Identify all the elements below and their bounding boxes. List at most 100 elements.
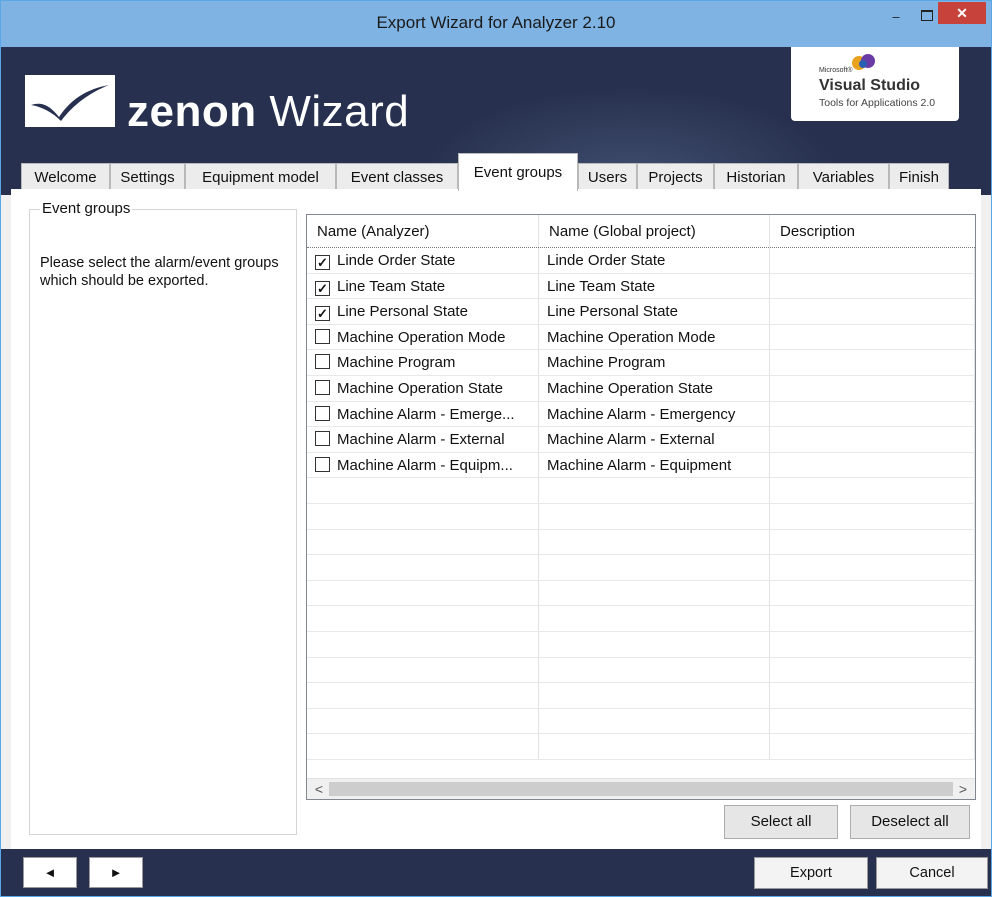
analyzer-name-cell [307,580,539,606]
export-wizard-window: Export Wizard for Analyzer 2.10 – ✕ zeno… [0,0,992,897]
column-header-analyzer-name[interactable]: Name (Analyzer) [307,215,539,247]
tab-settings[interactable]: Settings [110,163,185,191]
tab-projects[interactable]: Projects [637,163,714,191]
global-name-cell: Linde Order State [539,248,770,273]
empty-table-row [307,606,975,632]
global-name-cell: Machine Operation State [539,375,770,401]
brand-suffix: Wizard [256,87,410,136]
table-row[interactable]: ✓ Line Team State Line Team State [307,273,975,300]
table-row[interactable]: Machine Alarm - Equipm... Machine Alarm -… [307,452,975,479]
scrollbar-thumb[interactable] [329,782,953,796]
analyzer-name-cell [307,657,539,683]
analyzer-name-label: Linde Order State [337,252,456,269]
tab-finish[interactable]: Finish [889,163,949,191]
row-checkbox[interactable]: ✓ [315,280,330,296]
minimize-button[interactable]: – [881,7,911,29]
global-name-cell [539,631,770,657]
export-button[interactable]: Export [754,857,868,889]
scroll-right-button[interactable]: > [953,779,973,799]
analyzer-name-label: Machine Alarm - Emerge... [337,405,515,423]
row-checkbox[interactable]: ✓ [315,306,330,322]
tab-event-groups[interactable]: Event groups [458,153,578,191]
select-all-button[interactable]: Select all [724,805,838,839]
analyzer-name-label: Machine Alarm - External [337,431,505,449]
close-button[interactable]: ✕ [938,2,986,24]
description-cell [770,529,975,555]
back-button[interactable]: ◄ [23,857,77,888]
description-cell [770,248,975,273]
column-header-global-name[interactable]: Name (Global project) [539,215,770,247]
table-row[interactable]: Machine Alarm - Emerge... Machine Alarm -… [307,401,975,428]
analyzer-name-cell [307,734,539,760]
analyzer-name-label: Machine Operation Mode [337,328,506,346]
analyzer-name-cell [307,708,539,734]
title-bar[interactable]: Export Wizard for Analyzer 2.10 – ✕ [1,1,991,47]
empty-table-row [307,683,975,709]
column-header-description[interactable]: Description [770,215,975,247]
grid-rows: ✓ Linde Order State Linde Order State ✓ Line… [307,248,975,760]
forward-button[interactable]: ► [89,857,143,888]
event-groups-page: Event groups Please select the alarm/eve… [11,189,981,849]
description-cell [770,734,975,760]
empty-table-row [307,529,975,556]
row-checkbox[interactable] [315,379,330,395]
global-name-cell [539,580,770,606]
table-row[interactable]: Machine Program Machine Program [307,350,975,376]
table-row[interactable]: ✓ Line Personal State Line Personal State [307,299,975,325]
analyzer-name-cell: Machine Program [307,350,539,376]
tab-historian[interactable]: Historian [714,163,798,191]
analyzer-name-cell [307,606,539,632]
row-checkbox[interactable] [315,328,330,344]
description-cell [770,683,975,709]
event-groups-grid[interactable]: Name (Analyzer) Name (Global project) De… [306,214,976,800]
global-name-cell: Machine Alarm - Emergency [539,401,770,427]
tab-variables[interactable]: Variables [798,163,889,191]
description-cell [770,324,975,350]
scroll-left-button[interactable]: < [309,779,329,799]
table-row[interactable]: Machine Operation State Machine Operation… [307,375,975,402]
empty-table-row [307,708,975,735]
analyzer-name-label: Machine Operation State [337,379,503,397]
row-checkbox[interactable]: ✓ [315,255,330,270]
global-name-cell [539,478,770,504]
analyzer-name-label: Machine Alarm - Equipm... [337,456,513,474]
empty-table-row [307,503,975,530]
analyzer-name-cell: Machine Operation State [307,375,539,401]
tab-users[interactable]: Users [578,163,637,191]
global-name-cell [539,606,770,632]
description-cell [770,555,975,581]
zenon-logo [25,75,115,127]
table-row[interactable]: ✓ Linde Order State Linde Order State [307,248,975,274]
empty-table-row [307,580,975,607]
tab-equipment-model[interactable]: Equipment model [185,163,336,191]
table-row[interactable]: Machine Operation Mode Machine Operation … [307,324,975,351]
cancel-button[interactable]: Cancel [876,857,988,889]
horizontal-scrollbar[interactable]: < > [307,778,975,799]
analyzer-name-cell: ✓ Line Team State [307,273,539,299]
description-cell [770,452,975,478]
table-row[interactable]: Machine Alarm - External Machine Alarm - … [307,427,975,453]
row-checkbox[interactable] [315,456,330,472]
analyzer-name-cell [307,503,539,529]
deselect-all-button[interactable]: Deselect all [850,805,970,839]
empty-table-row [307,734,975,760]
global-name-cell [539,529,770,555]
groupbox-title: Event groups [40,200,133,217]
event-groups-groupbox: Event groups Please select the alarm/eve… [29,200,297,835]
vs-subtitle-label: Tools for Applications 2.0 [819,97,936,109]
description-cell [770,299,975,325]
row-checkbox[interactable] [315,431,330,447]
row-checkbox[interactable] [315,405,330,421]
description-cell [770,478,975,504]
description-cell [770,273,975,299]
global-name-cell: Machine Alarm - External [539,427,770,453]
empty-table-row [307,555,975,581]
tab-event-classes[interactable]: Event classes [336,163,458,191]
analyzer-name-cell [307,478,539,504]
analyzer-name-cell: ✓ Line Personal State [307,299,539,325]
analyzer-name-cell [307,529,539,555]
analyzer-name-cell [307,555,539,581]
row-checkbox[interactable] [315,354,330,370]
tab-welcome[interactable]: Welcome [21,163,110,191]
global-name-cell [539,555,770,581]
